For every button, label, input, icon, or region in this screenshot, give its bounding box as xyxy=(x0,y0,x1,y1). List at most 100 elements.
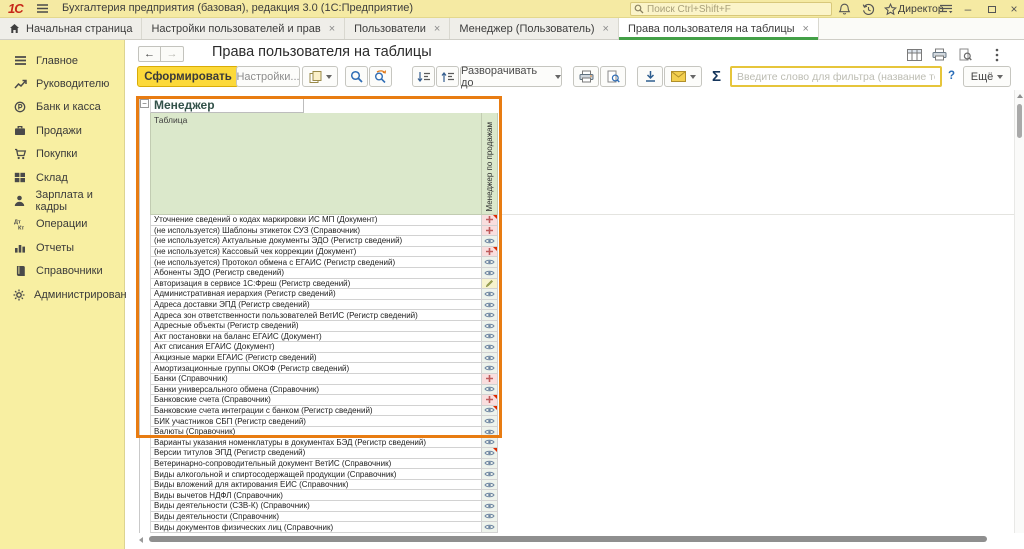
row-label[interactable]: Виды вычетов НДФЛ (Справочник) xyxy=(150,490,482,501)
row-label[interactable]: БИК участников СБП (Регистр сведений) xyxy=(150,416,482,427)
sidebar-item-3[interactable]: Банк и касса xyxy=(0,96,124,119)
row-access-cell[interactable] xyxy=(482,437,498,448)
row-access-cell[interactable] xyxy=(482,374,498,385)
notifications-bell-icon[interactable] xyxy=(836,2,852,16)
global-search[interactable] xyxy=(630,2,832,16)
rotated-column-header[interactable]: Менеджер по продажам xyxy=(482,113,498,215)
row-label[interactable]: Банки (Справочник) xyxy=(150,374,482,385)
table-row[interactable]: Виды деятельности (Справочник) xyxy=(150,512,501,523)
row-access-cell[interactable] xyxy=(482,300,498,311)
table-row[interactable]: (не используется) Протокол обмена с ЕГАИ… xyxy=(150,257,501,268)
row-access-cell[interactable] xyxy=(482,332,498,343)
row-access-cell[interactable] xyxy=(482,480,498,491)
row-access-cell[interactable] xyxy=(482,247,498,258)
row-label[interactable]: Банки универсального обмена (Справочник) xyxy=(150,385,482,396)
row-access-cell[interactable] xyxy=(482,385,498,396)
row-label[interactable]: Ветеринарно-сопроводительный документ Ве… xyxy=(150,459,482,470)
table-column-header[interactable]: Таблица xyxy=(150,113,482,215)
row-label[interactable]: Банковские счета (Справочник) xyxy=(150,395,482,406)
filter-input[interactable] xyxy=(730,66,942,87)
row-label[interactable]: Акт постановки на баланс ЕГАИС (Документ… xyxy=(150,332,482,343)
row-access-cell[interactable] xyxy=(482,236,498,247)
row-label[interactable]: (не используется) Шаблоны этикеток СУЗ (… xyxy=(150,226,482,237)
row-access-cell[interactable] xyxy=(482,342,498,353)
row-label[interactable]: Авторизация в сервисе 1С:Фреш (Регистр с… xyxy=(150,279,482,290)
row-access-cell[interactable] xyxy=(482,363,498,374)
table-row[interactable]: Уточнение сведений о кодах маркировки ИС… xyxy=(150,215,501,226)
table-row[interactable]: Акт постановки на баланс ЕГАИС (Документ… xyxy=(150,332,501,343)
save-file-button[interactable] xyxy=(637,66,663,87)
tab-3[interactable]: Пользователи× xyxy=(345,18,450,39)
sidebar-item-5[interactable]: Покупки xyxy=(0,143,124,166)
help-link[interactable]: ? xyxy=(948,70,955,82)
table-row[interactable]: Банковские счета (Справочник) xyxy=(150,395,501,406)
group-collapse-toggle[interactable]: − xyxy=(140,99,149,108)
tab-5[interactable]: Права пользователя на таблицы× xyxy=(619,18,819,39)
table-row[interactable]: Административная иерархия (Регистр сведе… xyxy=(150,289,501,300)
history-icon[interactable] xyxy=(860,2,876,16)
sum-sigma-icon[interactable]: Σ xyxy=(712,68,721,85)
row-label[interactable]: Акцизные марки ЕГАИС (Регистр сведений) xyxy=(150,353,482,364)
find-next-button[interactable] xyxy=(369,66,392,87)
row-label[interactable]: Версии титулов ЭПД (Регистр сведений) xyxy=(150,448,482,459)
row-label[interactable]: Абоненты ЭДО (Регистр сведений) xyxy=(150,268,482,279)
row-access-cell[interactable] xyxy=(482,512,498,523)
row-label[interactable]: Варианты указания номенклатуры в докумен… xyxy=(150,437,482,448)
row-label[interactable]: (не используется) Кассовый чек коррекции… xyxy=(150,247,482,258)
row-label[interactable]: Акт списания ЕГАИС (Документ) xyxy=(150,342,482,353)
back-button[interactable]: ← xyxy=(138,46,161,62)
table-row[interactable]: Валюты (Справочник) xyxy=(150,427,501,438)
window-maximize-icon[interactable] xyxy=(984,2,1000,16)
settings-button[interactable]: Настройки... xyxy=(236,66,300,87)
tab-1[interactable]: Начальная страница xyxy=(0,18,142,39)
close-icon[interactable]: × xyxy=(329,23,335,35)
more-button[interactable]: Ещё xyxy=(963,66,1011,87)
row-access-cell[interactable] xyxy=(482,406,498,417)
row-label[interactable]: Уточнение сведений о кодах маркировки ИС… xyxy=(150,215,482,226)
row-label[interactable]: Банковские счета интеграции с банком (Ре… xyxy=(150,406,482,417)
group-title-cell[interactable]: Менеджер xyxy=(150,96,304,113)
table-row[interactable]: БИК участников СБП (Регистр сведений) xyxy=(150,416,501,427)
row-label[interactable]: Виды деятельности (СЗВ-К) (Справочник) xyxy=(150,501,482,512)
row-label[interactable]: Виды документов физических лиц (Справочн… xyxy=(150,522,482,533)
window-minimize-icon[interactable]: – xyxy=(960,2,976,16)
row-label[interactable]: Виды вложений для актирования ЕИС (Справ… xyxy=(150,480,482,491)
row-label[interactable]: Виды деятельности (Справочник) xyxy=(150,512,482,523)
scroll-left-icon[interactable] xyxy=(139,537,143,543)
find-button[interactable] xyxy=(345,66,368,87)
table-row[interactable]: (не используется) Кассовый чек коррекции… xyxy=(150,247,501,258)
sidebar-item-11[interactable]: Администрирование xyxy=(0,283,124,306)
row-access-cell[interactable] xyxy=(482,501,498,512)
table-row[interactable]: Виды документов физических лиц (Справочн… xyxy=(150,522,501,533)
vertical-scrollbar-thumb[interactable] xyxy=(1017,104,1022,138)
main-menu-icon[interactable] xyxy=(36,3,49,14)
row-access-cell[interactable] xyxy=(482,310,498,321)
table-row[interactable]: Акт списания ЕГАИС (Документ) xyxy=(150,342,501,353)
expand-levels-button[interactable] xyxy=(412,66,435,87)
print-preview-button[interactable] xyxy=(600,66,626,87)
row-access-cell[interactable] xyxy=(482,257,498,268)
scroll-up-icon[interactable] xyxy=(1017,94,1023,98)
row-label[interactable]: (не используется) Актуальные документы Э… xyxy=(150,236,482,247)
save-spreadsheet-icon[interactable] xyxy=(905,47,923,62)
sidebar-item-10[interactable]: Справочники xyxy=(0,260,124,283)
row-access-cell[interactable] xyxy=(482,395,498,406)
sidebar-item-6[interactable]: Склад xyxy=(0,166,124,189)
table-row[interactable]: Виды деятельности (СЗВ-К) (Справочник) xyxy=(150,501,501,512)
horizontal-scrollbar[interactable] xyxy=(137,535,1014,544)
row-access-cell[interactable] xyxy=(482,427,498,438)
table-row[interactable]: Адреса зон ответственности пользователей… xyxy=(150,310,501,321)
row-access-cell[interactable] xyxy=(482,469,498,480)
generate-button[interactable]: Сформировать xyxy=(137,66,239,87)
close-icon[interactable]: × xyxy=(434,23,440,35)
close-icon[interactable]: × xyxy=(803,23,809,35)
sidebar-item-9[interactable]: Отчеты xyxy=(0,236,124,259)
row-access-cell[interactable] xyxy=(482,459,498,470)
row-label[interactable]: Адресные объекты (Регистр сведений) xyxy=(150,321,482,332)
table-row[interactable]: Абоненты ЭДО (Регистр сведений) xyxy=(150,268,501,279)
global-search-input[interactable] xyxy=(647,4,817,15)
sidebar-item-4[interactable]: Продажи xyxy=(0,119,124,142)
table-row[interactable]: Ветеринарно-сопроводительный документ Ве… xyxy=(150,459,501,470)
row-access-cell[interactable] xyxy=(482,321,498,332)
window-close-icon[interactable]: × xyxy=(1006,2,1022,16)
